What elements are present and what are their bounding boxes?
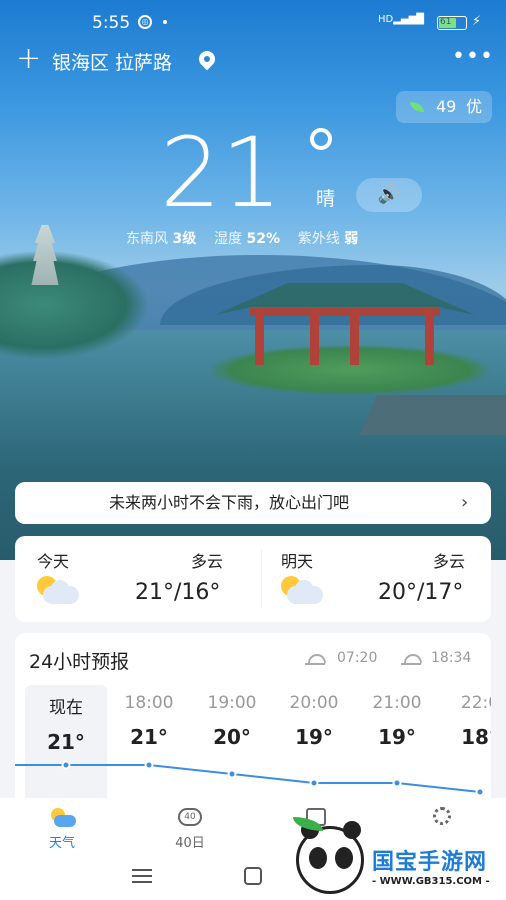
daily-summary-card: 今天 多云 21°/16° 明天 多云 20°/17° xyxy=(15,536,491,622)
chevron-right-icon: › xyxy=(461,492,469,513)
wind-label: 东南风 xyxy=(126,231,168,247)
aqi-quality: 优 xyxy=(466,97,483,116)
voice-broadcast-button[interactable]: 🔊 xyxy=(356,178,422,212)
pavilion-beam xyxy=(250,308,440,316)
humidity-label: 湿度 xyxy=(214,231,243,247)
signal-label: HD xyxy=(378,14,394,25)
today-condition: 多云 xyxy=(191,552,224,571)
trend-point xyxy=(144,760,154,770)
weather-background xyxy=(0,0,506,560)
wind-value: 3级 xyxy=(172,231,197,247)
trend-point xyxy=(309,778,319,788)
boardwalk xyxy=(360,395,506,435)
tomorrow-condition: 多云 xyxy=(433,552,466,571)
today-temps: 21°/16° xyxy=(135,580,221,605)
forty-day-badge: 40 xyxy=(178,808,202,826)
trend-point xyxy=(61,760,71,770)
watermark-url: - WWW.GB315.COM - xyxy=(372,876,490,887)
trend-path xyxy=(15,764,481,793)
uv-label: 紫外线 xyxy=(297,231,340,247)
pavilion-pillar xyxy=(425,310,434,365)
top-bar: + 银海区 拉萨路 ••• xyxy=(0,40,506,80)
tomorrow-label: 明天 xyxy=(281,552,314,571)
degree-symbol xyxy=(310,128,332,150)
trees xyxy=(0,250,150,360)
today-label: 今天 xyxy=(37,552,70,571)
status-bar: 5:55 ◎ HD▂▄▆█ ◠ 61 ⚡ xyxy=(0,0,506,44)
battery-level: 61 xyxy=(440,17,452,27)
rain-notice-text: 未来两小时不会下雨，放心出门吧 xyxy=(109,493,350,512)
weather-details: 东南风 3级 湿度 52% 紫外线 弱 xyxy=(126,228,358,248)
humidity-value: 52% xyxy=(246,231,280,247)
notification-icon: ◎ xyxy=(138,15,152,29)
pavilion-pillar xyxy=(310,310,319,365)
tomorrow-temps: 20°/17° xyxy=(378,580,464,605)
watermark: 国宝手游网 - WWW.GB315.COM - xyxy=(280,812,506,900)
divider xyxy=(261,550,262,608)
nav-weather-label: 天气 xyxy=(48,836,75,851)
trend-point xyxy=(475,787,485,797)
nav-forty-day-label: 40日 xyxy=(175,836,205,851)
speaker-icon: 🔊 xyxy=(377,184,401,205)
recent-apps-button[interactable] xyxy=(132,869,152,883)
watermark-brand: 国宝手游网 xyxy=(372,850,488,875)
uv-value: 弱 xyxy=(344,231,359,247)
trend-point xyxy=(227,769,237,779)
current-condition: 晴 xyxy=(316,188,336,210)
notification-dot xyxy=(163,20,167,24)
add-city-button[interactable]: + xyxy=(16,44,41,74)
rain-notice-card[interactable]: 未来两小时不会下雨，放心出门吧 › xyxy=(15,482,491,524)
wifi-icon: ◠ xyxy=(408,13,421,29)
charging-icon: ⚡ xyxy=(472,14,482,29)
pavilion-pillar xyxy=(255,310,264,365)
status-time: 5:55 xyxy=(92,13,131,33)
leaf-icon xyxy=(410,102,424,112)
forty-day-icon: 40 xyxy=(177,806,203,828)
partly-cloudy-icon xyxy=(33,574,81,608)
home-button[interactable] xyxy=(244,867,262,885)
location-pin-icon xyxy=(195,47,219,71)
current-temperature: 21 xyxy=(160,117,283,229)
weather-icon xyxy=(49,806,76,828)
location-name[interactable]: 银海区 拉萨路 xyxy=(52,48,172,75)
aqi-badge[interactable]: 49 优 xyxy=(396,91,492,123)
battery-icon: 61 xyxy=(437,16,467,30)
more-menu-button[interactable]: ••• xyxy=(452,44,494,69)
trend-point xyxy=(392,778,402,788)
partly-cloudy-icon xyxy=(277,574,325,608)
panda-logo xyxy=(293,817,364,894)
pavilion-pillar xyxy=(350,310,359,365)
nav-forty-day[interactable]: 40 40日 xyxy=(160,806,220,851)
aqi-value: 49 xyxy=(436,97,457,116)
nav-weather[interactable]: 天气 xyxy=(32,806,92,851)
